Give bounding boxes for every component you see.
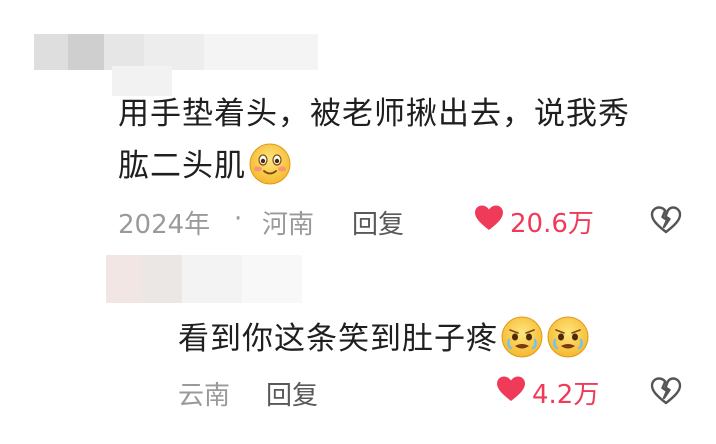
comment-year: 2024年 <box>118 210 211 240</box>
heart-icon <box>496 375 526 410</box>
reply-button[interactable]: 回复 <box>266 375 318 412</box>
heart-icon <box>474 204 504 239</box>
crying-laugh-icon <box>500 315 544 375</box>
broken-heart-icon[interactable] <box>650 376 682 410</box>
comment-location: 河南 <box>262 210 315 240</box>
username-redacted[interactable] <box>34 34 318 70</box>
like-count: 4.2万 <box>532 380 600 410</box>
smiling-blush-icon <box>248 142 292 202</box>
username-redacted[interactable] <box>106 255 302 303</box>
comment-text-line: 肱二头肌 <box>118 140 630 202</box>
crying-laugh-icon <box>546 315 590 375</box>
comment-text: 看到你这条笑到肚子疼 <box>178 313 590 375</box>
like-button[interactable]: 20.6万 <box>474 203 594 240</box>
like-button[interactable]: 4.2万 <box>496 374 599 411</box>
meta-separator: · <box>234 204 243 234</box>
comment-text-line: 用手垫着头，被老师揪出去，说我秀 <box>118 96 630 132</box>
comment-text: 用手垫着头，被老师揪出去，说我秀 肱二头肌 <box>118 88 630 202</box>
reply-button[interactable]: 回复 <box>352 204 404 241</box>
like-count: 20.6万 <box>510 209 594 239</box>
broken-heart-icon[interactable] <box>650 205 682 239</box>
comment-location: 云南 <box>178 381 231 411</box>
